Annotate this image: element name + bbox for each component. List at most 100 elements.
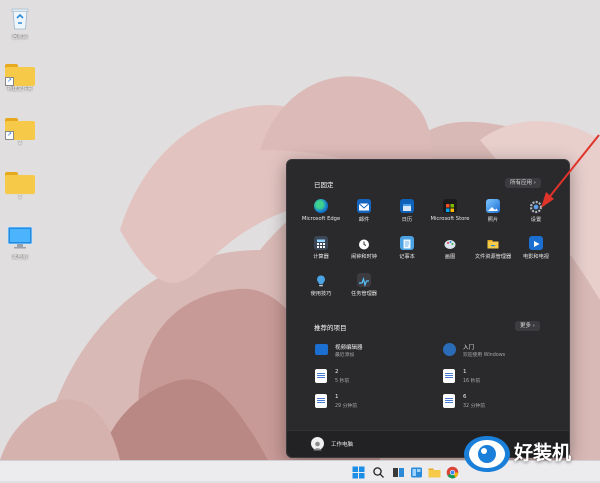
- recommended-item[interactable]: 入门 欢迎使用 Windows: [443, 342, 563, 362]
- document-icon: [443, 369, 455, 383]
- pinned-app-calendar[interactable]: 日历: [386, 199, 428, 223]
- pinned-app-notepad[interactable]: 记事本: [386, 236, 428, 260]
- desktop-icon-label: 1: [18, 194, 22, 200]
- recommended-item[interactable]: 6 32 分钟前: [443, 393, 563, 413]
- recommended-item[interactable]: 1 16 秒前: [443, 368, 563, 388]
- pinned-app-tips[interactable]: 使用技巧: [300, 273, 342, 297]
- search-button[interactable]: [372, 464, 385, 478]
- folder-icon: [5, 172, 35, 194]
- document-icon: [315, 394, 327, 408]
- recommended-item[interactable]: 视频编辑器 最近添加: [315, 342, 435, 362]
- pinned-app-movies[interactable]: 电影和电视: [515, 236, 557, 260]
- desktop-icon-folder-1[interactable]: 1: [0, 172, 40, 201]
- file-explorer-icon: [428, 468, 441, 478]
- shortcut-arrow-icon: ↗: [5, 77, 14, 86]
- app-label: Microsoft Edge: [301, 216, 341, 222]
- search-icon: [373, 467, 384, 478]
- pinned-app-paint[interactable]: 画图: [429, 236, 471, 260]
- task-view-button[interactable]: [392, 464, 405, 477]
- recommended-subtitle: 5 秒前: [335, 379, 350, 384]
- app-label: 电影和电视: [523, 254, 549, 260]
- document-icon: [315, 369, 327, 383]
- desktop-icon-label: 回收站: [12, 34, 28, 40]
- recommended-title: 1: [335, 394, 339, 400]
- avatar: [311, 437, 324, 451]
- annotation-arrow: [541, 134, 600, 208]
- recycle-bin-icon: [11, 8, 29, 30]
- recommended-title: 入门: [463, 345, 475, 351]
- recommended-title: 6: [463, 394, 467, 400]
- watermark-text: 好装机: [514, 442, 572, 464]
- get-started-icon: [443, 343, 456, 356]
- desktop-icon-label: 新建文件夹: [7, 86, 33, 92]
- store-icon: [443, 199, 457, 213]
- app-label: 照片: [487, 217, 499, 223]
- recommended-subtitle: 欢迎使用 Windows: [463, 353, 506, 358]
- pinned-app-store[interactable]: Microsoft Store: [429, 199, 471, 222]
- document-icon: [443, 394, 455, 408]
- app-label: 日历: [401, 217, 413, 223]
- taskbar-file-explorer[interactable]: [428, 464, 441, 478]
- task-view-icon: [393, 468, 404, 477]
- desktop-icon-folder-2[interactable]: ↗ 2: [0, 118, 40, 147]
- app-label: 邮件: [358, 217, 370, 223]
- recommended-item[interactable]: 1 29 分钟前: [315, 393, 435, 413]
- folder-icon: ↗: [5, 118, 35, 140]
- recommended-title: 视频编辑器: [335, 345, 363, 351]
- more-button[interactable]: 更多 ›: [515, 321, 540, 331]
- pinned-app-alarms[interactable]: 闹钟和时钟: [343, 236, 385, 260]
- pinned-app-task-manager[interactable]: 任务管理器: [343, 273, 385, 297]
- notepad-icon: [400, 236, 414, 250]
- calendar-icon: [400, 199, 414, 213]
- recommended-title: 2: [335, 369, 339, 375]
- widgets-button[interactable]: [410, 464, 423, 478]
- app-label: Microsoft Store: [430, 216, 470, 222]
- pinned-app-calculator[interactable]: 计算器: [300, 236, 342, 260]
- app-label: 文件资源管理器: [474, 254, 512, 260]
- monitor-icon: [7, 226, 33, 249]
- start-button[interactable]: [352, 464, 365, 479]
- desktop-icon-this-pc[interactable]: 此电脑: [0, 226, 40, 261]
- task-manager-icon: [357, 273, 371, 288]
- app-label: 设置: [530, 217, 542, 223]
- desktop-icon-label: 2: [18, 140, 22, 146]
- chevron-right-icon: ›: [532, 323, 535, 329]
- shortcut-arrow-icon: ↗: [5, 131, 14, 140]
- pinned-app-file-explorer[interactable]: 文件资源管理器: [472, 236, 514, 260]
- mail-icon: [357, 199, 371, 213]
- user-account-button[interactable]: 工作电脑: [311, 437, 391, 451]
- taskbar-chrome[interactable]: [446, 464, 459, 479]
- desktop-icon-new-folder[interactable]: ↗ 新建文件夹: [0, 64, 40, 93]
- folder-icon: ↗: [5, 64, 35, 86]
- photos-icon: [486, 199, 500, 213]
- tips-icon: [314, 273, 328, 287]
- pinned-section-title: 已固定: [314, 181, 334, 189]
- recommended-subtitle: 29 分钟前: [335, 404, 358, 409]
- recommended-item[interactable]: 2 5 秒前: [315, 368, 435, 388]
- all-apps-label: 所有应用: [510, 180, 533, 186]
- pinned-app-edge[interactable]: Microsoft Edge: [300, 199, 342, 222]
- recommended-subtitle: 32 分钟前: [463, 404, 486, 409]
- windows-logo-icon: [352, 466, 365, 479]
- more-label: 更多: [520, 323, 532, 329]
- alarm-clock-icon: [357, 236, 371, 250]
- user-name: 工作电脑: [331, 442, 354, 448]
- recommended-subtitle: 16 秒前: [463, 379, 481, 384]
- widgets-icon: [411, 467, 422, 478]
- desktop-icon-label: 此电脑: [12, 254, 28, 260]
- app-label: 计算器: [313, 254, 329, 260]
- movies-tv-icon: [529, 236, 543, 250]
- watermark-logo: 好装机: [462, 430, 600, 478]
- pinned-app-photos[interactable]: 照片: [472, 199, 514, 223]
- pinned-app-mail[interactable]: 邮件: [343, 199, 385, 223]
- app-label: 使用技巧: [310, 291, 332, 297]
- edge-icon: [314, 199, 328, 213]
- desktop-icon-recycle-bin[interactable]: 回收站: [0, 6, 40, 41]
- recommended-subtitle: 最近添加: [335, 353, 355, 358]
- recommended-title: 1: [463, 369, 467, 375]
- video-editor-icon: [315, 344, 328, 355]
- start-menu: 已固定 所有应用 › Microsoft Edge 邮件 日历 Microsof…: [286, 159, 570, 458]
- app-label: 记事本: [399, 254, 415, 260]
- eye-logo-icon: [464, 436, 510, 472]
- app-label: 任务管理器: [351, 291, 377, 297]
